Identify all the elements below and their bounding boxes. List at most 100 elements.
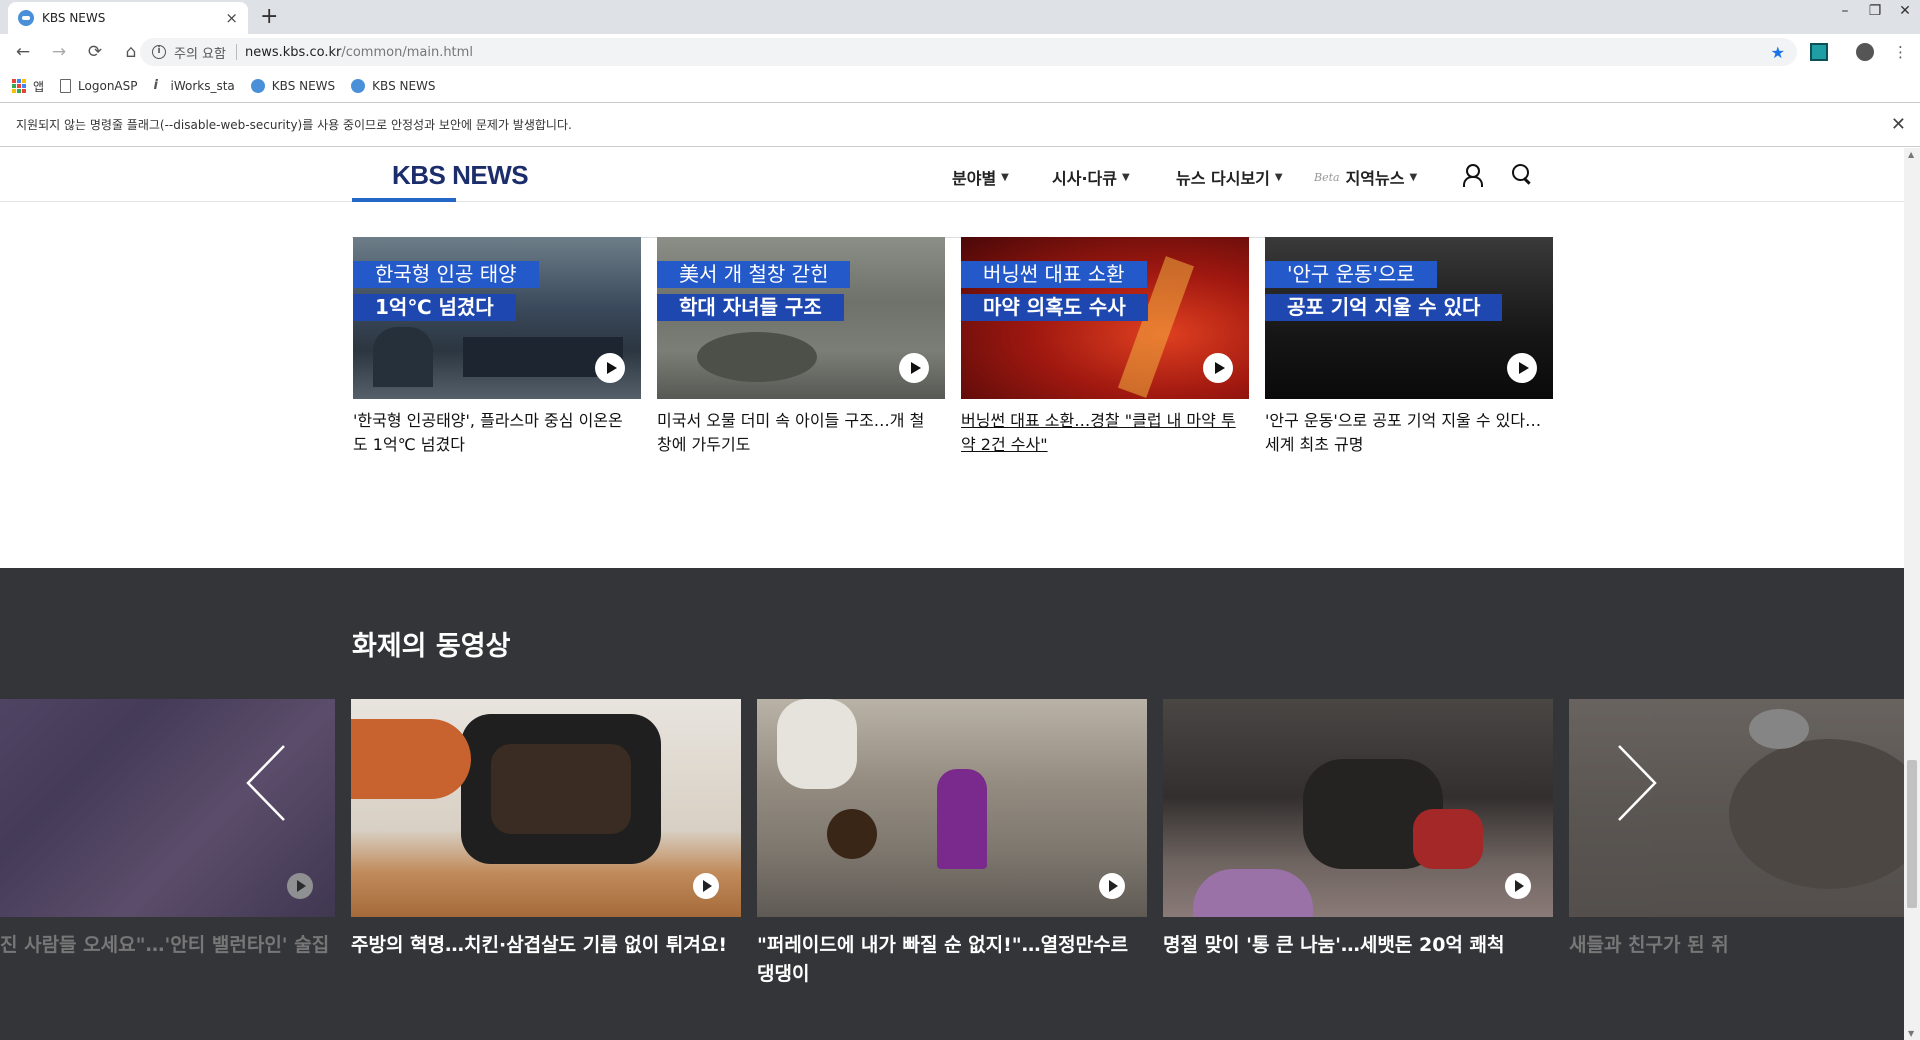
news-title[interactable]: '안구 운동'으로 공포 기억 지울 수 있다…세계 최초 규명: [1265, 409, 1553, 457]
video-title[interactable]: 명절 맞이 '통 큰 나눔'…세뱃돈 20억 쾌척: [1163, 931, 1553, 960]
video-card[interactable]: 명절 맞이 '통 큰 나눔'…세뱃돈 20억 쾌척: [1163, 699, 1553, 960]
extension-icon[interactable]: [1810, 43, 1828, 61]
news-title[interactable]: 버닝썬 대표 소환…경찰 "클럽 내 마약 투약 2건 수사": [961, 409, 1249, 457]
security-warning[interactable]: 주의 요함: [174, 43, 226, 62]
caret-down-icon: ▼: [1001, 171, 1009, 183]
news-card[interactable]: 버닝썬 대표 소환 마약 의혹도 수사 버닝썬 대표 소환…경찰 "클럽 내 마…: [961, 237, 1249, 457]
scroll-up-icon[interactable]: ▲: [1908, 150, 1914, 159]
video-card[interactable]: "퍼레이드에 내가 빠질 순 없지!"…열정만수르 댕댕이: [757, 699, 1147, 989]
play-icon[interactable]: [287, 873, 313, 899]
video-thumbnail[interactable]: [351, 699, 741, 917]
carousel-prev-icon[interactable]: [238, 738, 298, 828]
forward-icon[interactable]: →: [46, 42, 72, 62]
play-icon[interactable]: [693, 873, 719, 899]
video-title[interactable]: "퍼레이드에 내가 빠질 순 없지!"…열정만수르 댕댕이: [757, 931, 1147, 989]
scroll-down-icon[interactable]: ▼: [1908, 1029, 1914, 1038]
tab-title: KBS NEWS: [42, 11, 106, 25]
bookmark-kbs-news-2[interactable]: KBS NEWS: [351, 79, 436, 93]
window-controls: – ❐ ✕: [1830, 0, 1920, 30]
user-icon[interactable]: [1460, 162, 1484, 187]
thumb-caption: 美서 개 철창 갇힌: [657, 261, 851, 288]
beta-badge: Beta: [1314, 170, 1340, 184]
info-icon[interactable]: i: [152, 45, 166, 59]
news-title[interactable]: '한국형 인공태양', 플라스마 중심 이온온도 1억℃ 넘겼다: [353, 409, 641, 457]
tab-strip: KBS NEWS × + – ❐ ✕: [0, 0, 1920, 34]
carousel-next-icon[interactable]: [1605, 738, 1665, 828]
news-card[interactable]: 美서 개 철창 갇힌 학대 자녀들 구조 미국서 오물 더미 속 아이들 구조……: [657, 237, 945, 457]
bookmark-kbs-news-1[interactable]: KBS NEWS: [250, 79, 335, 93]
video-card[interactable]: 주방의 혁명…치킨·삼겹살도 기름 없이 튀겨요!: [351, 699, 741, 960]
bookmark-label: 앱: [33, 79, 45, 94]
profile-icon[interactable]: [1856, 43, 1874, 61]
play-icon[interactable]: [595, 353, 625, 383]
document-icon: [60, 79, 72, 93]
window-close-icon[interactable]: ✕: [1890, 0, 1920, 30]
play-icon[interactable]: [1203, 353, 1233, 383]
site-header: KBS NEWS 분야별 ▼ 시사·다큐 ▼ 뉴스 다시보기 ▼ Beta 지역…: [0, 148, 1904, 202]
bookmark-label: iWorks_sta: [170, 79, 235, 93]
tab-close-icon[interactable]: ×: [225, 9, 238, 27]
browser-tab[interactable]: KBS NEWS ×: [8, 2, 248, 34]
new-tab-button[interactable]: +: [260, 4, 278, 30]
video-title[interactable]: 진 사람들 오세요"…'안티 밸런타인' 술집: [0, 931, 335, 960]
nav-category[interactable]: 분야별 ▼: [952, 165, 1009, 189]
news-title[interactable]: 미국서 오물 더미 속 아이들 구조…개 철창에 가두기도: [657, 409, 945, 457]
bookmark-star-icon[interactable]: ★: [1771, 43, 1785, 62]
bookmark-apps[interactable]: 앱: [12, 78, 44, 95]
bookmark-logonasp[interactable]: LogonASP: [60, 79, 138, 93]
apps-icon: [12, 79, 26, 93]
play-icon[interactable]: [1505, 873, 1531, 899]
nav-label: 분야별: [952, 169, 997, 188]
thumb-caption: 공포 기억 지울 수 있다: [1265, 294, 1503, 321]
news-card[interactable]: 한국형 인공 태양 1억℃ 넘겼다 '한국형 인공태양', 플라스마 중심 이온…: [353, 237, 641, 457]
bookmarks-bar: 앱 LogonASP i iWorks_sta KBS NEWS KBS NEW…: [0, 70, 1920, 102]
nav-current-affairs[interactable]: 시사·다큐 ▼: [1052, 165, 1130, 189]
kbs-icon: [351, 79, 366, 93]
kbs-favicon-icon: [18, 10, 34, 26]
thumb-caption: 버닝썬 대표 소환: [961, 261, 1147, 288]
nav-local-news[interactable]: Beta 지역뉴스 ▼: [1314, 165, 1417, 189]
warning-infobar: 지원되지 않는 명령줄 플래그(--disable-web-security)를…: [0, 102, 1920, 147]
nav-label: 지역뉴스: [1345, 169, 1405, 188]
nav-label: 시사·다큐: [1052, 169, 1117, 188]
kbs-news-logo[interactable]: KBS NEWS: [392, 160, 529, 191]
menu-icon[interactable]: ⋮: [1893, 43, 1908, 61]
bookmark-iworks[interactable]: i iWorks_sta: [154, 79, 235, 94]
infobar-text: 지원되지 않는 명령줄 플래그(--disable-web-security)를…: [16, 118, 572, 132]
restore-icon[interactable]: ❐: [1860, 0, 1890, 30]
page-scrollbar[interactable]: ▲ ▼: [1904, 148, 1920, 1040]
caret-down-icon: ▼: [1121, 171, 1130, 183]
video-title[interactable]: 새들과 친구가 된 쥐: [1569, 931, 1904, 960]
thumb-caption: '안구 운동'으로: [1265, 261, 1437, 288]
play-icon[interactable]: [899, 353, 929, 383]
video-thumbnail[interactable]: [1163, 699, 1553, 917]
bookmark-label: KBS NEWS: [372, 79, 436, 93]
video-title[interactable]: 주방의 혁명…치킨·삼겹살도 기름 없이 튀겨요!: [351, 931, 741, 960]
caret-down-icon: ▼: [1409, 171, 1418, 183]
news-thumbnail[interactable]: 버닝썬 대표 소환 마약 의혹도 수사: [961, 237, 1249, 399]
infobar-close-icon[interactable]: ✕: [1891, 114, 1906, 135]
reload-icon[interactable]: ⟳: [82, 42, 108, 62]
url-text[interactable]: news.kbs.co.kr/common/main.html: [245, 45, 473, 60]
nav-label: 뉴스 다시보기: [1176, 169, 1270, 188]
news-thumbnail[interactable]: 한국형 인공 태양 1억℃ 넘겼다: [353, 237, 641, 399]
minimize-icon[interactable]: –: [1830, 0, 1860, 30]
video-thumbnail[interactable]: [757, 699, 1147, 917]
url-path: /common/main.html: [341, 44, 473, 60]
news-thumbnail[interactable]: 美서 개 철창 갇힌 학대 자녀들 구조: [657, 237, 945, 399]
search-icon[interactable]: [1510, 162, 1534, 186]
thumb-caption: 1억℃ 넘겼다: [353, 294, 516, 321]
news-thumbnail[interactable]: '안구 운동'으로 공포 기억 지울 수 있다: [1265, 237, 1553, 399]
section-title: 화제의 동영상: [352, 631, 511, 662]
back-icon[interactable]: ←: [10, 42, 36, 62]
thumb-caption: 학대 자녀들 구조: [657, 294, 844, 321]
scrollbar-thumb[interactable]: [1907, 760, 1917, 908]
address-bar[interactable]: i 주의 요함 news.kbs.co.kr/common/main.html …: [140, 38, 1797, 66]
play-icon[interactable]: [1099, 873, 1125, 899]
thumb-caption: 마약 의혹도 수사: [961, 294, 1148, 321]
nav-news-replay[interactable]: 뉴스 다시보기 ▼: [1176, 165, 1283, 189]
play-icon[interactable]: [1507, 353, 1537, 383]
active-indicator: [352, 198, 456, 202]
news-card[interactable]: '안구 운동'으로 공포 기억 지울 수 있다 '안구 운동'으로 공포 기억 …: [1265, 237, 1553, 457]
url-host: news.kbs.co.kr: [244, 44, 342, 60]
